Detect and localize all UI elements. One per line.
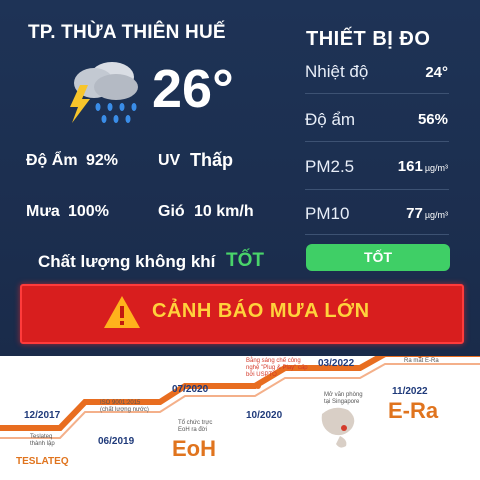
- divider: [305, 141, 449, 142]
- milestone-date: 07/2020: [172, 384, 209, 395]
- measurement-value-pm25: 161 µg/m³: [397, 158, 448, 175]
- air-quality-label: Chất lượng không khí: [38, 252, 216, 271]
- measurement-value-humidity: 56%: [417, 111, 448, 128]
- measurement-label-pm25: PM2.5: [305, 157, 355, 176]
- device-title: THIẾT BỊ ĐO: [306, 28, 431, 50]
- era-logo: E-Ra: [388, 398, 439, 423]
- uv-label: UV: [158, 152, 181, 169]
- measurement-label-humidity: Độ ẩm: [305, 110, 356, 129]
- rain-value: 100%: [68, 203, 109, 220]
- milestone-text: Bằng sáng chế công nghệ "Plug & Play" cấ…: [246, 358, 308, 378]
- divider: [305, 234, 449, 235]
- milestone-date: 10/2020: [246, 410, 283, 421]
- measurement-label-temperature: Nhiệt độ: [305, 62, 369, 81]
- weather-dashboard: TP. THỪA THIÊN HUẾ 26° Độ Ẩm 92% UV Thấp…: [0, 0, 480, 360]
- milestone-text: Ra mắt E-Ra: [404, 358, 439, 364]
- milestone-text: Tổ chức trực EoH ra đời: [178, 420, 213, 433]
- wind-value: 10 km/h: [194, 203, 254, 220]
- city-title: TP. THỪA THIÊN HUẾ: [28, 22, 226, 43]
- humidity-label: Độ Ẩm: [26, 152, 78, 169]
- milestone-date: 12/2017: [24, 410, 61, 421]
- milestone-date: 03/2022: [318, 358, 355, 369]
- current-temperature: 26°: [152, 59, 234, 119]
- rain-label: Mưa: [26, 203, 60, 220]
- milestone-date: 11/2022: [392, 386, 428, 397]
- air-quality-value: TỐT: [226, 250, 264, 271]
- milestone-text: Mở văn phòng tại Singapore: [324, 392, 363, 405]
- measurement-value-temperature: 24°: [425, 64, 448, 81]
- alert-text: CẢNH BÁO MƯA LỚN: [152, 300, 370, 322]
- device-status-button[interactable]: TỐT: [306, 244, 450, 271]
- milestone-text: ISO 9001:2015 (chất lượng nước): [100, 400, 149, 413]
- warning-icon: [104, 296, 140, 328]
- milestone-date: 06/2019: [98, 436, 135, 447]
- divider: [305, 93, 449, 94]
- milestone-text: Teslateq thành lập: [30, 434, 55, 447]
- heavy-rain-alert-banner: CẢNH BÁO MƯA LỚN: [20, 284, 464, 344]
- uv-value: Thấp: [190, 150, 233, 170]
- teslateq-logo: TESLATEQ: [16, 456, 69, 467]
- wind-label: Gió: [158, 203, 185, 220]
- humidity-value: 92%: [86, 152, 119, 169]
- divider: [305, 189, 449, 190]
- measurement-value-pm10: 77 µg/m³: [406, 205, 448, 222]
- thunderstorm-rain-icon: [70, 62, 138, 123]
- measurement-label-pm10: PM10: [305, 204, 350, 223]
- eoh-logo: EoH: [172, 436, 216, 461]
